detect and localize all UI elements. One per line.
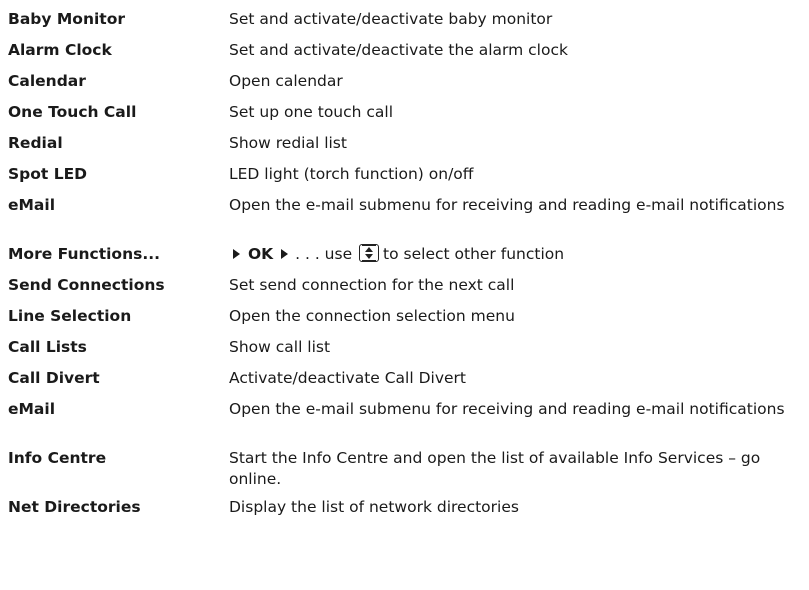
description: Set and activate/deactivate the alarm cl… (229, 41, 568, 59)
table-row: Call Lists Show call list (8, 328, 808, 359)
description: Open the connection selection menu (229, 307, 515, 325)
description: Show call list (229, 338, 331, 356)
table-row: Send Connections Set send connection for… (8, 266, 808, 297)
select-text: to select other function (383, 245, 565, 263)
use-text: . . . use (290, 245, 358, 263)
table-row: Call Divert Activate/deactivate Call Div… (8, 359, 808, 390)
term: Redial (8, 134, 63, 152)
table-row: Spot LED LED light (torch function) on/o… (8, 155, 808, 186)
description: Start the Info Centre and open the list … (229, 449, 761, 488)
function-table: Baby Monitor Set and activate/deactivate… (8, 0, 808, 519)
term: Line Selection (8, 307, 132, 325)
table-row: Alarm Clock Set and activate/deactivate … (8, 31, 808, 62)
description: OK . . . use to select other function (229, 244, 801, 265)
description: Open calendar (229, 72, 343, 90)
description: Open the e-mail submenu for receiving an… (229, 400, 785, 418)
table-row: Info Centre Start the Info Centre and op… (8, 439, 808, 488)
description: Set and activate/deactivate baby monitor (229, 10, 553, 28)
table-row: Redial Show redial list (8, 124, 808, 155)
description: Show redial list (229, 134, 347, 152)
term: Baby Monitor (8, 10, 125, 28)
term: Alarm Clock (8, 41, 112, 59)
description: Open the e-mail submenu for receiving an… (229, 196, 785, 214)
term: Send Connections (8, 276, 165, 294)
term: Info Centre (8, 449, 107, 467)
ok-key-label: OK (248, 245, 274, 263)
term: eMail (8, 400, 56, 418)
term: Spot LED (8, 165, 88, 183)
description: Set up one touch call (229, 103, 394, 121)
description: Set send connection for the next call (229, 276, 515, 294)
description: Display the list of network directories (229, 498, 519, 516)
table-row: Net Directories Display the list of netw… (8, 488, 808, 519)
table-row: One Touch Call Set up one touch call (8, 93, 808, 124)
description: LED light (torch function) on/off (229, 165, 474, 183)
table-row: eMail Open the e-mail submenu for receiv… (8, 186, 808, 235)
term: One Touch Call (8, 103, 137, 121)
description: Activate/deactivate Call Divert (229, 369, 466, 387)
term: More Functions... (8, 245, 160, 263)
table-row: More Functions... OK . . . use to select… (8, 235, 808, 266)
table-row: eMail Open the e-mail submenu for receiv… (8, 390, 808, 439)
right-triangle-arrow-icon (233, 249, 240, 259)
table-row: Line Selection Open the connection selec… (8, 297, 808, 328)
term: Net Directories (8, 498, 141, 516)
term: Call Lists (8, 338, 87, 356)
up-down-navigation-key-icon (359, 244, 380, 262)
right-triangle-arrow-icon (281, 249, 289, 259)
table-row: Calendar Open calendar (8, 62, 808, 93)
term: eMail (8, 196, 56, 214)
term: Call Divert (8, 369, 100, 387)
table-row: Baby Monitor Set and activate/deactivate… (8, 0, 808, 31)
term: Calendar (8, 72, 86, 90)
